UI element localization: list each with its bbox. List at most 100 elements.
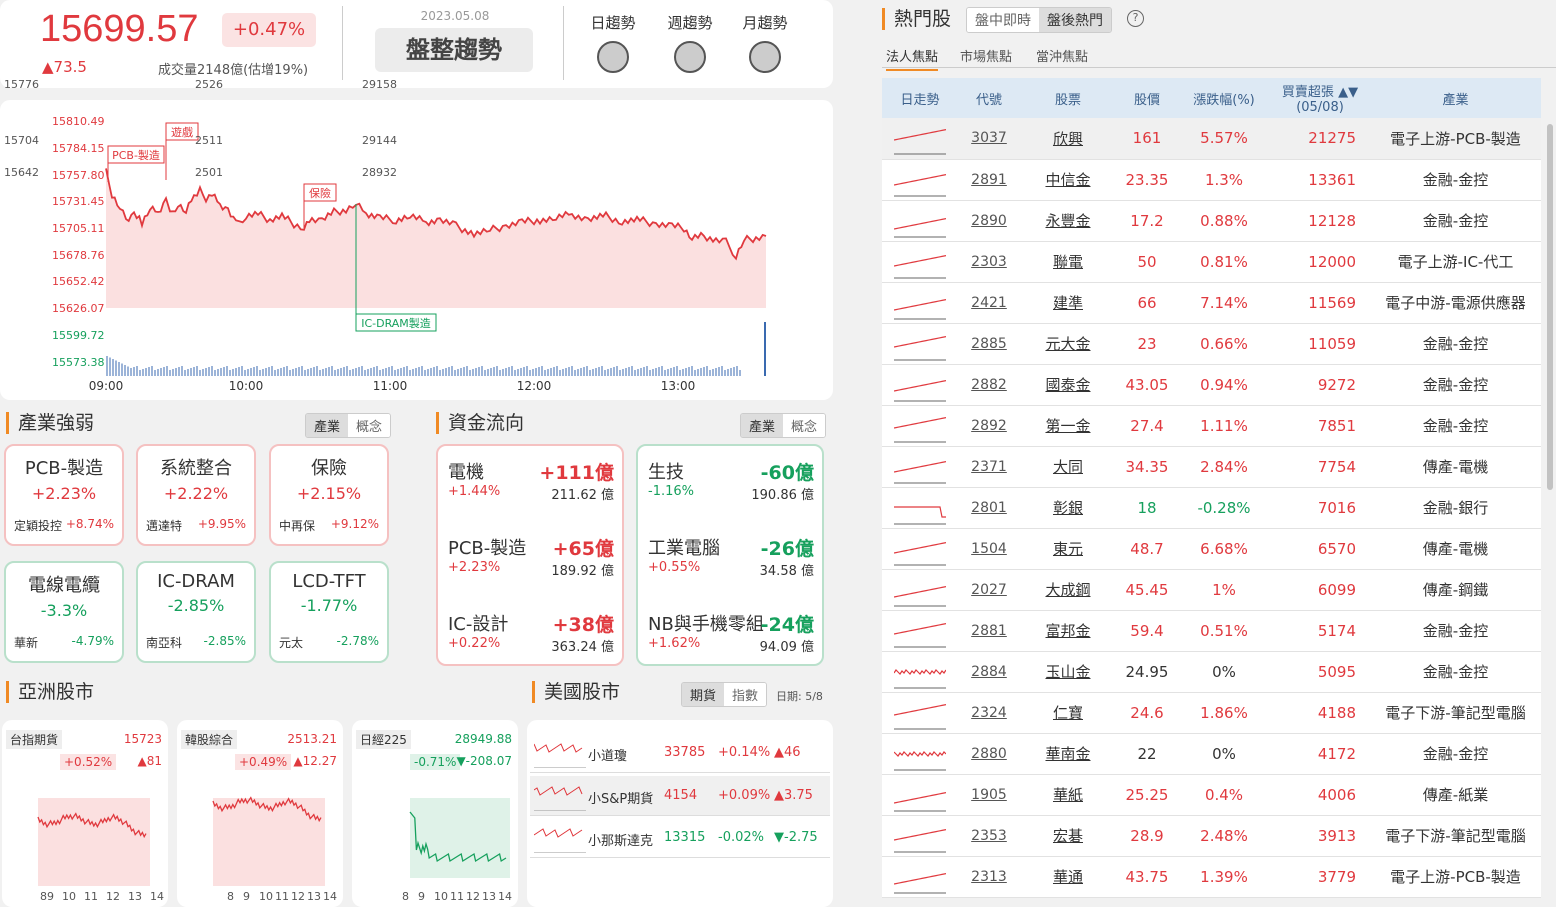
stock-code[interactable]: 2881 bbox=[958, 610, 1020, 652]
stock-name[interactable]: 玉山金 bbox=[1020, 651, 1116, 693]
stock-name[interactable]: 東元 bbox=[1020, 528, 1116, 570]
table-row[interactable]: 2353 宏碁 28.9 2.48% 3913 電子下游-筆記型電腦 bbox=[882, 815, 1541, 857]
asia-market-card[interactable]: 韓股綜合 2513.21 +0.49% ▲12.27 2526 2511 2501 8 9 10 1… bbox=[177, 78, 343, 907]
stock-code[interactable]: 2324 bbox=[958, 692, 1020, 734]
table-row[interactable]: 2801 彰銀 18 -0.28% 7016 金融-銀行 bbox=[882, 487, 1541, 529]
us-market-row[interactable]: 小S&P期貨 4154 +0.09% ▲3.75 bbox=[530, 776, 830, 816]
stock-code[interactable]: 2371 bbox=[958, 446, 1020, 488]
stock-name[interactable]: 仁寶 bbox=[1020, 692, 1116, 734]
table-row[interactable]: 1504 東元 48.7 6.68% 6570 傳產-電機 bbox=[882, 528, 1541, 570]
intraday-chart[interactable]: 15810.49 15784.15 15757.80 15731.45 15705.11… bbox=[0, 100, 833, 400]
stock-name[interactable]: 彰銀 bbox=[1020, 487, 1116, 529]
stock-code[interactable]: 2027 bbox=[958, 569, 1020, 611]
table-row[interactable]: 1905 華紙 25.25 0.4% 4006 傳產-紙業 bbox=[882, 774, 1541, 816]
us-tab-index[interactable]: 指數 bbox=[724, 683, 767, 706]
daily-trend[interactable]: 日趨勢 bbox=[578, 12, 648, 73]
scrollbar[interactable] bbox=[1546, 78, 1554, 907]
table-row[interactable]: 2027 大成鋼 45.45 1% 6099 傳產-鋼鐵 bbox=[882, 569, 1541, 611]
table-row[interactable]: 2880 華南金 22 0% 4172 金融-金控 bbox=[882, 733, 1541, 775]
stock-net-buy: 4006 bbox=[1270, 774, 1370, 816]
table-row[interactable]: 2885 元大金 23 0.66% 11059 金融-金控 bbox=[882, 323, 1541, 365]
industry-tab-industry[interactable]: 產業 bbox=[306, 414, 349, 437]
stock-code[interactable]: 1905 bbox=[958, 774, 1020, 816]
stock-name[interactable]: 華紙 bbox=[1020, 774, 1116, 816]
table-row[interactable]: 3037 欣興 161 5.57% 21275 電子上游-PCB-製造 bbox=[882, 118, 1541, 160]
stock-code[interactable]: 2421 bbox=[958, 282, 1020, 324]
table-row[interactable]: 2324 仁寶 24.6 1.86% 4188 電子下游-筆記型電腦 bbox=[882, 692, 1541, 734]
stock-name[interactable]: 華通 bbox=[1020, 856, 1116, 898]
industry-card[interactable]: PCB-製造 +2.23% 定穎投控 +8.74% bbox=[4, 444, 124, 546]
scrollbar-thumb[interactable] bbox=[1547, 124, 1553, 490]
us-market-row[interactable]: 小道瓊 33785 +0.14% ▲46 bbox=[530, 733, 830, 773]
mode-after-hours[interactable]: 盤後熱門 bbox=[1039, 8, 1111, 32]
stock-code[interactable]: 2885 bbox=[958, 323, 1020, 365]
stock-code[interactable]: 2882 bbox=[958, 364, 1020, 406]
fund-row[interactable]: NB與手機零組 -24億 +1.62% 94.09 億 bbox=[646, 610, 814, 670]
table-row[interactable]: 2313 華通 43.75 1.39% 3779 電子上游-PCB-製造 bbox=[882, 856, 1541, 898]
industry-card[interactable]: LCD-TFT -1.77% 元太 -2.78% bbox=[269, 561, 389, 663]
fund-row[interactable]: IC-設計 +38億 +0.22% 363.24 億 bbox=[446, 610, 614, 670]
stock-name[interactable]: 富邦金 bbox=[1020, 610, 1116, 652]
stock-name[interactable]: 聯電 bbox=[1020, 241, 1116, 283]
us-tab-futures[interactable]: 期貨 bbox=[682, 683, 725, 706]
stock-name[interactable]: 元大金 bbox=[1020, 323, 1116, 365]
stock-code[interactable]: 2353 bbox=[958, 815, 1020, 857]
stock-code[interactable]: 2801 bbox=[958, 487, 1020, 529]
industry-card[interactable]: 電線電纜 -3.3% 華新 -4.79% bbox=[4, 561, 124, 663]
stock-name[interactable]: 國泰金 bbox=[1020, 364, 1116, 406]
stock-name[interactable]: 永豐金 bbox=[1020, 200, 1116, 242]
table-row[interactable]: 2882 國泰金 43.05 0.94% 9272 金融-金控 bbox=[882, 364, 1541, 406]
stock-code[interactable]: 2892 bbox=[958, 405, 1020, 447]
subtab-market[interactable]: 市場焦點 bbox=[960, 46, 1012, 65]
fund-row[interactable]: 電機 +111億 +1.44% 211.62 億 bbox=[446, 458, 614, 518]
fund-row[interactable]: PCB-製造 +65億 +2.23% 189.92 億 bbox=[446, 534, 614, 594]
stock-code[interactable]: 2891 bbox=[958, 159, 1020, 201]
industry-card[interactable]: IC-DRAM -2.85% 南亞科 -2.85% bbox=[136, 561, 256, 663]
help-icon[interactable]: ? bbox=[1127, 10, 1144, 27]
fund-name: 工業電腦 bbox=[648, 538, 720, 559]
asia-market-card[interactable]: 台指期貨 15723 +0.52% ▲81 15776 15704 15642 89 10 11 1… bbox=[2, 78, 168, 907]
col-industry: 產業 bbox=[1370, 78, 1541, 118]
industry-card[interactable]: 保險 +2.15% 中再保 +9.12% bbox=[269, 444, 389, 546]
stock-name[interactable]: 欣興 bbox=[1020, 118, 1116, 160]
subtab-institutional[interactable]: 法人焦點 bbox=[886, 46, 939, 71]
stock-name[interactable]: 第一金 bbox=[1020, 405, 1116, 447]
stock-code[interactable]: 1504 bbox=[958, 528, 1020, 570]
table-row[interactable]: 2371 大同 34.35 2.84% 7754 傳產-電機 bbox=[882, 446, 1541, 488]
fund-tab-concept[interactable]: 概念 bbox=[783, 414, 826, 437]
fund-tab-industry[interactable]: 產業 bbox=[741, 414, 784, 437]
stock-name[interactable]: 華南金 bbox=[1020, 733, 1116, 775]
mode-intraday[interactable]: 盤中即時 bbox=[967, 8, 1039, 32]
stock-code[interactable]: 3037 bbox=[958, 118, 1020, 160]
stock-code[interactable]: 2890 bbox=[958, 200, 1020, 242]
stock-name[interactable]: 建準 bbox=[1020, 282, 1116, 324]
stock-name[interactable]: 大成鋼 bbox=[1020, 569, 1116, 611]
fund-row[interactable]: 工業電腦 -26億 +0.55% 34.58 億 bbox=[646, 534, 814, 594]
col-net-buy[interactable]: 買賣超張 ▲▼ (05/08) bbox=[1270, 78, 1370, 118]
market-x-tick: 14 bbox=[323, 890, 337, 903]
table-row[interactable]: 2891 中信金 23.35 1.3% 13361 金融-金控 bbox=[882, 159, 1541, 201]
table-row[interactable]: 2892 第一金 27.4 1.11% 7851 金融-金控 bbox=[882, 405, 1541, 447]
us-market-row[interactable]: 小那斯達克 13315 -0.02% ▼-2.75 bbox=[530, 818, 830, 858]
stock-code[interactable]: 2303 bbox=[958, 241, 1020, 283]
table-row[interactable]: 2303 聯電 50 0.81% 12000 電子上游-IC-代工 bbox=[882, 241, 1541, 283]
stock-code[interactable]: 2880 bbox=[958, 733, 1020, 775]
weekly-trend[interactable]: 週趨勢 bbox=[655, 12, 725, 73]
stock-name[interactable]: 中信金 bbox=[1020, 159, 1116, 201]
sort-icon[interactable]: ▲▼ bbox=[1338, 85, 1358, 100]
monthly-trend[interactable]: 月趨勢 bbox=[730, 12, 800, 73]
stock-change-pct: 2.84% bbox=[1178, 446, 1270, 488]
industry-tab-concept[interactable]: 概念 bbox=[348, 414, 391, 437]
stock-code[interactable]: 2313 bbox=[958, 856, 1020, 898]
fund-row[interactable]: 生技 -60億 -1.16% 190.86 億 bbox=[646, 458, 814, 518]
table-row[interactable]: 2421 建準 66 7.14% 11569 電子中游-電源供應器 bbox=[882, 282, 1541, 324]
table-row[interactable]: 2890 永豐金 17.2 0.88% 12128 金融-金控 bbox=[882, 200, 1541, 242]
table-row[interactable]: 2881 富邦金 59.4 0.51% 5174 金融-金控 bbox=[882, 610, 1541, 652]
industry-card[interactable]: 系統整合 +2.22% 邁達特 +9.95% bbox=[136, 444, 256, 546]
stock-name[interactable]: 宏碁 bbox=[1020, 815, 1116, 857]
table-row[interactable]: 2884 玉山金 24.95 0% 5095 金融-金控 bbox=[882, 651, 1541, 693]
stock-name[interactable]: 大同 bbox=[1020, 446, 1116, 488]
asia-market-card[interactable]: 日經225 28949.88 -0.71% ▼-208.07 29158 29144 289… bbox=[352, 78, 518, 907]
stock-code[interactable]: 2884 bbox=[958, 651, 1020, 693]
subtab-daytrade[interactable]: 當沖焦點 bbox=[1036, 46, 1088, 65]
